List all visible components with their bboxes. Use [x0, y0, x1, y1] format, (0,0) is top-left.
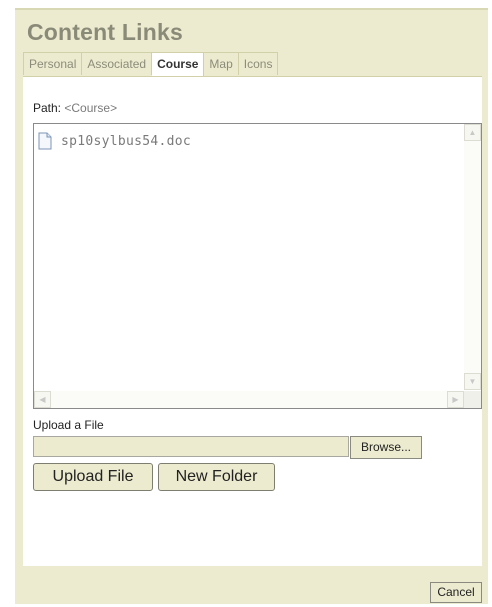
- path-label: Path:: [33, 101, 62, 115]
- new-folder-button[interactable]: New Folder: [158, 463, 275, 491]
- document-icon: [38, 132, 52, 150]
- tab-bar: Personal Associated Course Map Icons: [23, 52, 279, 77]
- content-links-dialog: Content Links Personal Associated Course…: [15, 8, 488, 604]
- scroll-left-icon[interactable]: ◀: [34, 391, 51, 408]
- path-display: Path: <Course>: [33, 101, 117, 115]
- dialog-title: Content Links: [27, 19, 183, 45]
- dialog-footer: Cancel: [15, 566, 488, 604]
- tab-associated[interactable]: Associated: [82, 52, 153, 75]
- tab-icons[interactable]: Icons: [238, 52, 279, 75]
- path-value: <Course>: [64, 101, 118, 115]
- scrollbar-corner: [464, 391, 481, 408]
- upload-label: Upload a File: [33, 418, 104, 432]
- tab-course[interactable]: Course: [152, 52, 205, 77]
- upload-file-button[interactable]: Upload File: [33, 463, 153, 491]
- vertical-scrollbar[interactable]: ▲ ▼: [464, 124, 481, 390]
- file-name: sp10sylbus54.doc: [61, 133, 192, 149]
- horizontal-scrollbar[interactable]: ◀ ▶: [34, 391, 464, 408]
- file-item[interactable]: sp10sylbus54.doc: [38, 132, 191, 150]
- browse-button[interactable]: Browse...: [350, 436, 422, 459]
- file-list: sp10sylbus54.doc ▲ ▼ ◀ ▶: [33, 123, 482, 409]
- cancel-button[interactable]: Cancel: [430, 582, 482, 603]
- tab-content: Path: <Course> sp10sylbus54.doc ▲ ▼ ◀ ▶ …: [23, 76, 482, 567]
- upload-file-input[interactable]: [33, 436, 349, 457]
- tab-personal[interactable]: Personal: [23, 52, 83, 75]
- top-divider: [15, 8, 488, 10]
- tab-map[interactable]: Map: [204, 52, 239, 75]
- scroll-right-icon[interactable]: ▶: [447, 391, 464, 408]
- scroll-down-icon[interactable]: ▼: [464, 373, 481, 390]
- scroll-up-icon[interactable]: ▲: [464, 124, 481, 141]
